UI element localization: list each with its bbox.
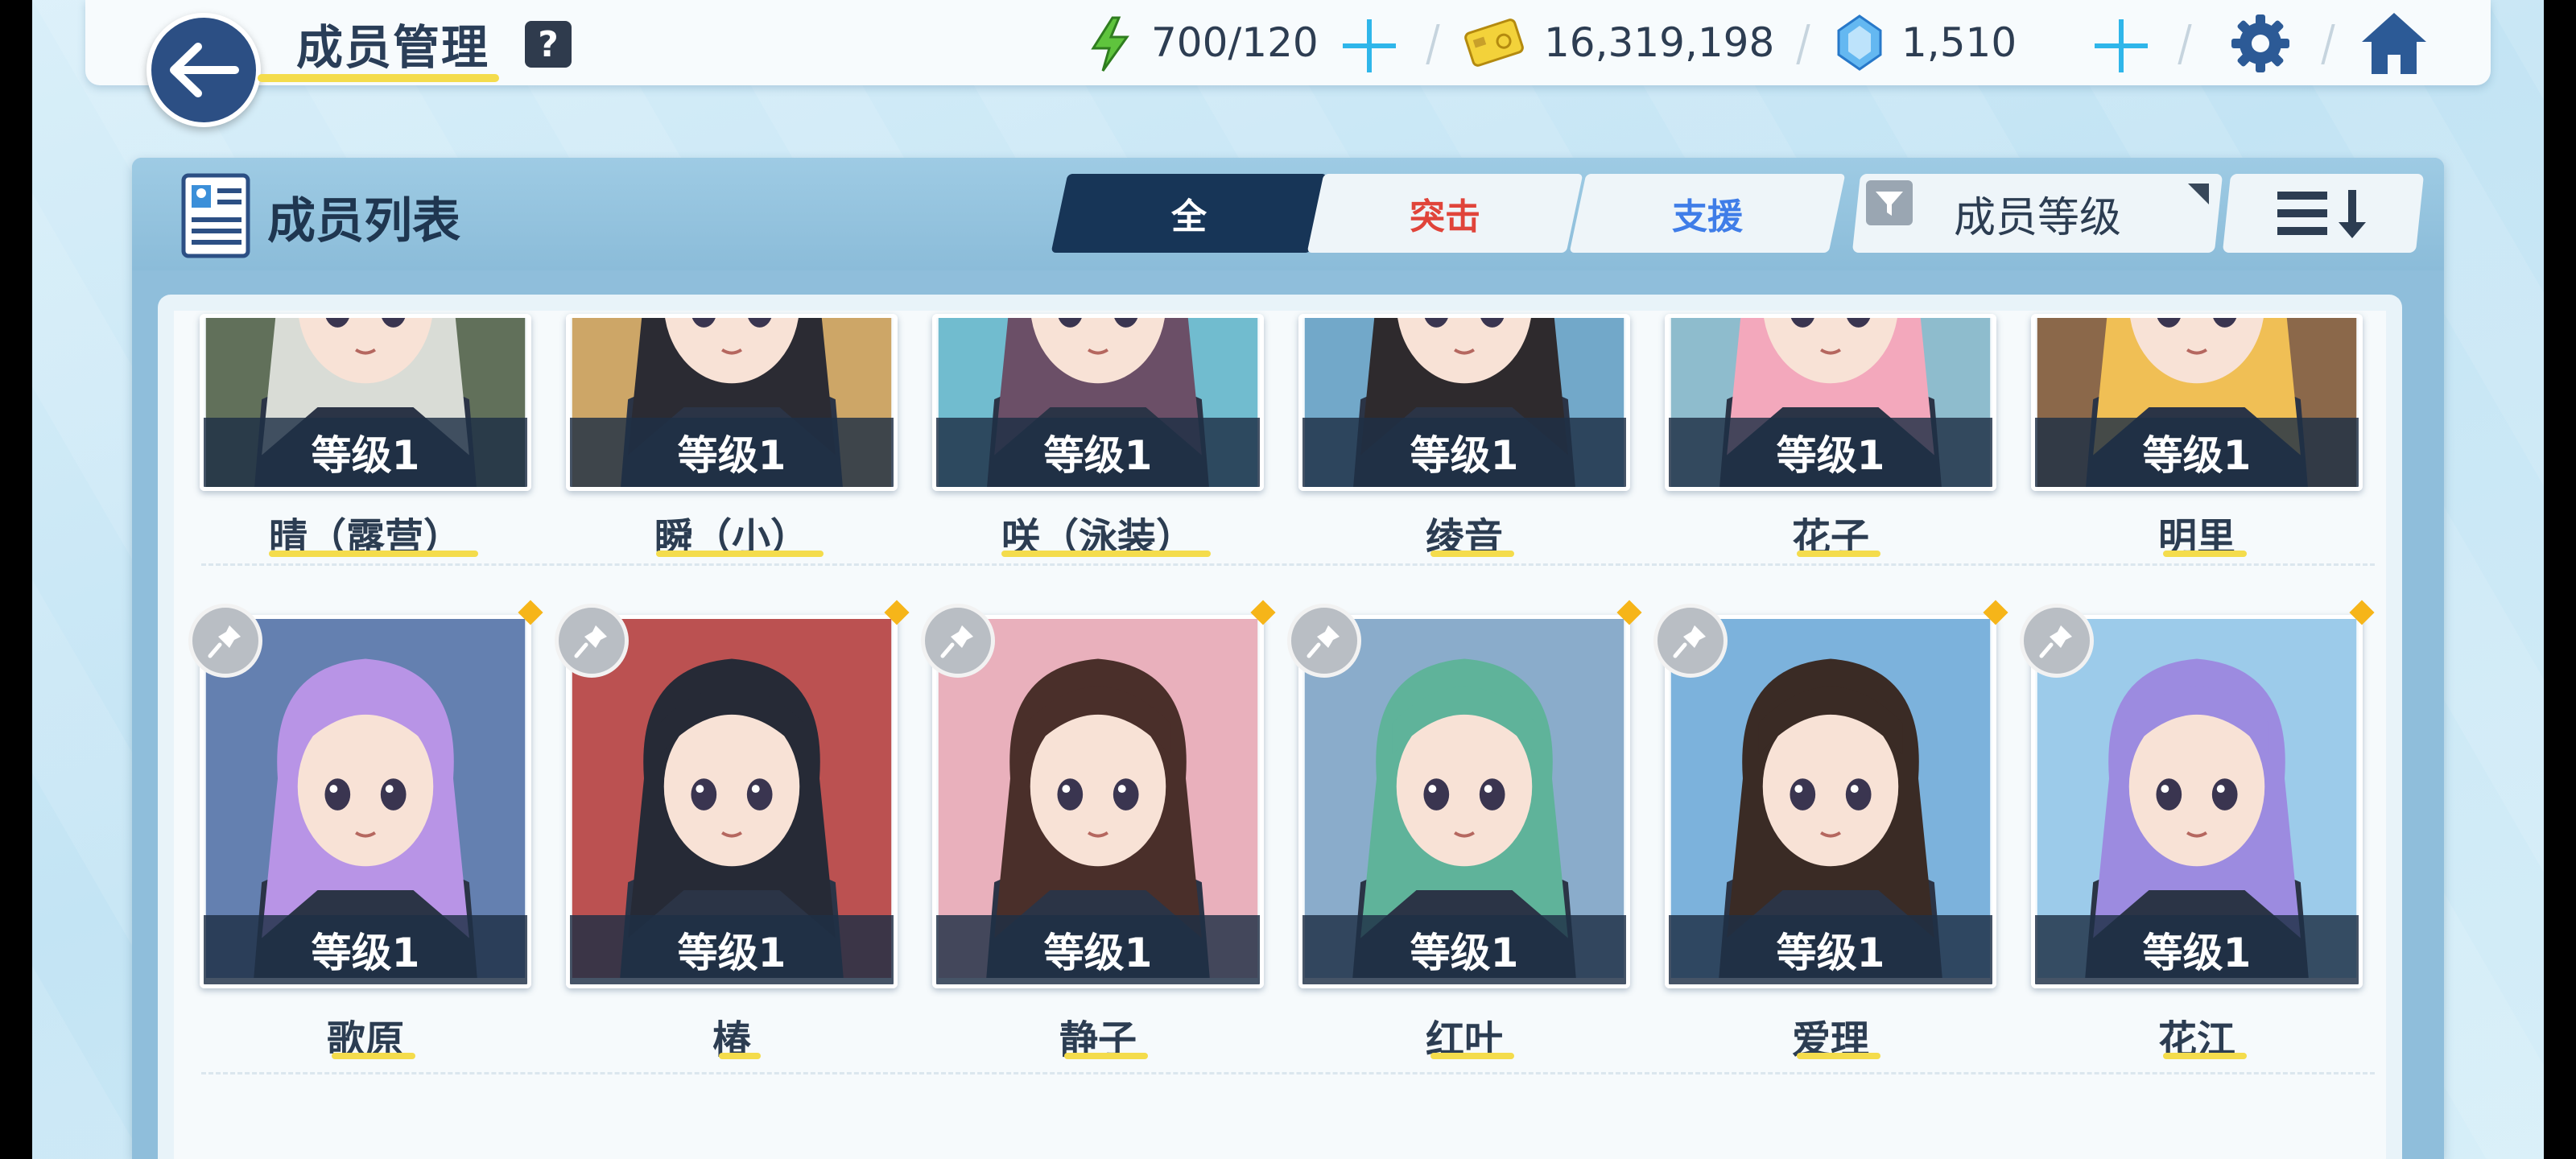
name-underline bbox=[1001, 551, 1211, 557]
tab-support[interactable]: 支援 bbox=[1569, 174, 1846, 253]
sort-order-button[interactable] bbox=[2222, 174, 2425, 253]
level-label: 等级1 bbox=[936, 915, 1260, 984]
tab-strike-label: 突击 bbox=[1410, 196, 1480, 237]
member-list-icon bbox=[181, 173, 250, 258]
pin-button[interactable] bbox=[2020, 604, 2094, 678]
add-stamina-button[interactable] bbox=[1341, 18, 1397, 74]
name-underline bbox=[2163, 551, 2247, 557]
gems-value: 1,510 bbox=[1901, 19, 2017, 66]
level-label: 等级1 bbox=[204, 915, 527, 984]
pin-button[interactable] bbox=[1653, 604, 1728, 678]
member-portrait: 等级1 bbox=[200, 314, 531, 491]
pin-icon bbox=[1673, 625, 1706, 658]
pin-icon bbox=[2039, 625, 2072, 658]
member-portrait: 等级1 bbox=[566, 615, 898, 988]
member-portrait: 等级1 bbox=[1665, 314, 1996, 491]
level-label: 等级1 bbox=[2035, 418, 2359, 487]
letterbox-right bbox=[2544, 0, 2576, 1159]
name-underline bbox=[656, 551, 824, 557]
name-underline bbox=[1064, 1053, 1148, 1059]
name-underline bbox=[332, 1053, 415, 1059]
tab-strike[interactable]: 突击 bbox=[1307, 174, 1583, 253]
member-portrait: 等级1 bbox=[1298, 314, 1630, 491]
pin-icon bbox=[208, 625, 241, 658]
member-portrait: 等级1 bbox=[200, 615, 531, 988]
back-button[interactable] bbox=[147, 13, 261, 127]
name-underline bbox=[1797, 551, 1880, 557]
pin-button[interactable] bbox=[921, 604, 995, 678]
pin-icon bbox=[574, 625, 607, 658]
level-label: 等级1 bbox=[1669, 915, 1992, 984]
level-label: 等级1 bbox=[570, 418, 894, 487]
name-underline bbox=[719, 1053, 761, 1059]
member-portrait: 等级1 bbox=[566, 314, 898, 491]
tab-all[interactable]: 全 bbox=[1051, 174, 1327, 253]
help-button[interactable]: ? bbox=[525, 21, 572, 68]
tab-support-label: 支援 bbox=[1672, 196, 1743, 237]
name-underline bbox=[1797, 1053, 1880, 1059]
level-label: 等级1 bbox=[1669, 418, 1992, 487]
home-icon[interactable] bbox=[2359, 8, 2429, 77]
lightning-icon bbox=[1091, 16, 1129, 72]
level-label: 等级1 bbox=[570, 915, 894, 984]
member-list[interactable]: 等级1 晴（露营） 等级1 瞬（小） 等级1 咲（泳装） 等级1 绫音 等级1 … bbox=[174, 311, 2386, 1159]
level-label: 等级1 bbox=[204, 418, 527, 487]
credit-card-icon bbox=[1464, 19, 1524, 67]
pin-icon bbox=[940, 625, 973, 658]
title-underline bbox=[258, 74, 499, 82]
pin-button[interactable] bbox=[1287, 604, 1361, 678]
member-portrait: 等级1 bbox=[1298, 615, 1630, 988]
add-gems-button[interactable] bbox=[2093, 18, 2149, 74]
arrow-left-icon bbox=[170, 43, 239, 97]
tab-all-label: 全 bbox=[1171, 196, 1207, 237]
row-divider bbox=[201, 1072, 2375, 1074]
letterbox-left bbox=[0, 0, 32, 1159]
member-portrait: 等级1 bbox=[932, 615, 1264, 988]
dropdown-corner-icon bbox=[2188, 184, 2209, 204]
sort-order-icon bbox=[2277, 190, 2366, 238]
filter-icon bbox=[1866, 180, 1913, 225]
level-label: 等级1 bbox=[1302, 418, 1626, 487]
gem-icon bbox=[1837, 14, 1882, 71]
credits-value: 16,319,198 bbox=[1544, 19, 1775, 66]
member-portrait: 等级1 bbox=[1665, 615, 1996, 988]
pin-button[interactable] bbox=[188, 604, 262, 678]
name-underline bbox=[2163, 1053, 2247, 1059]
sort-key-label: 成员等级 bbox=[1953, 193, 2121, 242]
level-label: 等级1 bbox=[1302, 915, 1626, 984]
member-portrait: 等级1 bbox=[2031, 615, 2363, 988]
member-portrait: 等级1 bbox=[932, 314, 1264, 491]
level-label: 等级1 bbox=[936, 418, 1260, 487]
pin-icon bbox=[1307, 625, 1340, 658]
member-portrait: 等级1 bbox=[2031, 314, 2363, 491]
row-divider bbox=[201, 563, 2375, 566]
gear-icon[interactable] bbox=[2228, 11, 2293, 76]
name-underline bbox=[1430, 1053, 1514, 1059]
name-underline bbox=[269, 551, 478, 557]
pin-button[interactable] bbox=[555, 604, 629, 678]
member-list-title: 成员列表 bbox=[267, 193, 460, 250]
stamina-value: 700/120 bbox=[1151, 19, 1319, 66]
name-underline bbox=[1430, 551, 1514, 557]
level-label: 等级1 bbox=[2035, 915, 2359, 984]
page-title: 成员管理 bbox=[296, 20, 490, 75]
